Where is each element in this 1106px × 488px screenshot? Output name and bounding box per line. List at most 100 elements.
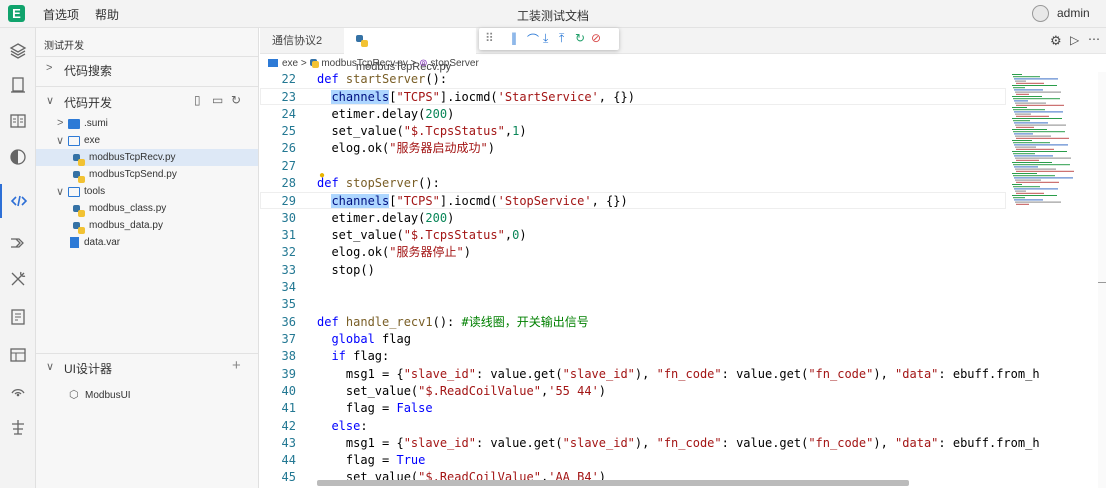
code-line[interactable]: elog.ok("服务器启动成功") [317, 140, 495, 157]
lightbulb-icon[interactable]: ● [319, 170, 325, 181]
divider [36, 56, 258, 57]
layout-icon[interactable] [0, 338, 36, 372]
code-dev-section[interactable]: ∨ 代码开发 ▯ ▭ ↻ [36, 90, 258, 112]
document-icon[interactable] [0, 104, 36, 138]
template-icon[interactable] [0, 300, 36, 334]
minimap-line [1013, 175, 1055, 177]
minimap-line [1016, 137, 1069, 139]
title-bar: E 首选项 帮助 工装测试文档 admin [0, 0, 1106, 28]
extensions-icon[interactable] [0, 34, 36, 68]
menu-preferences[interactable]: 首选项 [43, 6, 79, 23]
code-line[interactable]: if flag: [317, 348, 389, 365]
minimap[interactable] [1010, 72, 1080, 212]
ui-designer-section[interactable]: ∨ UI设计器 + [36, 356, 258, 378]
code-line[interactable]: msg1 = {"slave_id": value.get("slave_id"… [317, 435, 1040, 452]
minimap-line [1014, 188, 1058, 190]
folder-open-icon [68, 136, 80, 146]
minimap-line [1015, 80, 1026, 82]
folder-icon [268, 59, 278, 67]
minimap-line [1014, 199, 1043, 201]
code-line[interactable]: msg1 = {"slave_id": value.get("slave_id"… [317, 366, 1040, 383]
more-icon[interactable]: ⋯ [1088, 32, 1100, 46]
tree-item-exe[interactable]: ∨ exe [36, 132, 258, 149]
vertical-scrollbar[interactable] [1098, 72, 1106, 488]
line-number: 40 [281, 384, 296, 398]
code-line[interactable]: flag = False [317, 400, 433, 417]
code-line[interactable]: global flag [317, 331, 410, 348]
minimap-line [1012, 129, 1047, 130]
code-line[interactable]: flag = True [317, 452, 426, 469]
signal-icon[interactable] [0, 374, 36, 408]
tree-item-tools[interactable]: ∨ tools [36, 183, 258, 200]
minimap-line [1013, 76, 1040, 78]
contrast-icon[interactable] [0, 140, 36, 174]
refresh-icon[interactable]: ↻ [231, 93, 241, 107]
minimap-line [1012, 74, 1022, 75]
breadcrumb-folder[interactable]: exe [282, 58, 298, 69]
minimap-line [1015, 201, 1061, 203]
minimap-line [1016, 170, 1074, 172]
chevron-down-icon: ∨ [56, 186, 65, 198]
folder-open-icon [68, 187, 80, 197]
tab-modbustcprecv[interactable]: modbusTcpRecv.py [344, 28, 476, 73]
new-file-icon[interactable]: ▯ [194, 93, 201, 107]
line-number: 26 [281, 141, 296, 155]
flow-icon[interactable] [0, 226, 36, 260]
code-line[interactable]: else: [317, 418, 367, 435]
disconnect-icon[interactable]: ⊘ [591, 31, 601, 45]
minimap-line [1012, 85, 1057, 86]
breadcrumb-file[interactable]: modbusTcpRecv.py [321, 58, 408, 69]
tree-item-data-var[interactable]: data.var [36, 234, 258, 251]
pause-icon[interactable]: ‖ [511, 31, 517, 45]
step-over-icon[interactable]: ⌒ [527, 31, 539, 48]
drag-handle-icon[interactable]: ⠿ [485, 31, 494, 45]
new-folder-icon[interactable]: ▭ [212, 93, 223, 107]
code-line[interactable]: set_value("$.ReadCoilValue",'55 44') [317, 383, 606, 400]
code-line[interactable]: channels["TCPS"].iocmd('StartService', {… [317, 89, 635, 106]
tree-item-modbus-data[interactable]: modbus_data.py [36, 217, 258, 234]
tools-icon[interactable] [0, 262, 36, 296]
step-out-icon[interactable]: ⤒ [559, 31, 564, 46]
tree-item-modbustcpsend[interactable]: modbusTcpSend.py [36, 166, 258, 183]
tree-item-modbustcprecv[interactable]: modbusTcpRecv.py [36, 149, 258, 166]
code-line[interactable]: elog.ok("服务器停止") [317, 244, 471, 261]
system-icon[interactable]: ⚙ [1050, 33, 1062, 49]
code-line[interactable]: def startServer(): [317, 71, 447, 88]
code-line[interactable]: channels["TCPS"].iocmd('StopService', {}… [317, 193, 628, 210]
ui-designer-label: UI设计器 [64, 362, 113, 376]
chevron-down-icon: ∨ [56, 135, 65, 147]
tab-protocol2[interactable]: 通信协议2 [260, 28, 334, 54]
restart-icon[interactable]: ↻ [575, 31, 585, 45]
tree-item-label: .sumi [84, 118, 108, 129]
editor-tabs: 通信协议2 modbusTcpRecv.py ⚙ ▷ ⋯ [260, 28, 1106, 73]
line-number: 43 [281, 436, 296, 450]
code-line[interactable]: set_value("$.TcpsStatus",0) [317, 227, 526, 244]
code-search-section[interactable]: > 代码搜索 [36, 58, 258, 80]
minimap-line [1016, 181, 1059, 183]
run-icon[interactable]: ▷ [1070, 33, 1079, 47]
user-name[interactable]: admin [1057, 6, 1090, 20]
code-line[interactable]: etimer.delay(200) [317, 210, 454, 227]
tree-item-sumi[interactable]: > .sumi [36, 115, 258, 132]
minimap-line [1013, 98, 1060, 100]
code-line[interactable]: etimer.delay(200) [317, 106, 454, 123]
code-line[interactable]: set_value("$.TcpsStatus",1) [317, 123, 526, 140]
step-into-icon[interactable]: ⤓ [543, 31, 548, 46]
user-avatar-icon[interactable] [1032, 5, 1049, 22]
code-line[interactable]: def handle_recv1(): #读线圈，开关输出信号 [317, 314, 589, 331]
code-line[interactable]: stop() [317, 262, 374, 279]
debug-toolbar: ⠿ ‖ ⌒ ⤓ ⤒ ↻ ⊘ [479, 28, 619, 50]
horizontal-scrollbar[interactable] [317, 480, 909, 486]
minimap-line [1013, 153, 1035, 155]
minimap-line [1016, 82, 1044, 84]
tree-item-modbus-class[interactable]: modbus_class.py [36, 200, 258, 217]
files-icon[interactable] [0, 68, 36, 102]
code-icon[interactable] [0, 184, 36, 218]
code-line[interactable]: def stopServer(): [317, 175, 440, 192]
menu-help[interactable]: 帮助 [95, 6, 119, 23]
system-icon[interactable] [0, 410, 36, 444]
breadcrumb-symbol[interactable]: stopServer [430, 58, 478, 69]
add-icon[interactable]: + [232, 357, 241, 374]
tab-label: 通信协议2 [272, 35, 323, 47]
tree-item-modbusui[interactable]: ⬡ ModbusUI [36, 386, 258, 406]
